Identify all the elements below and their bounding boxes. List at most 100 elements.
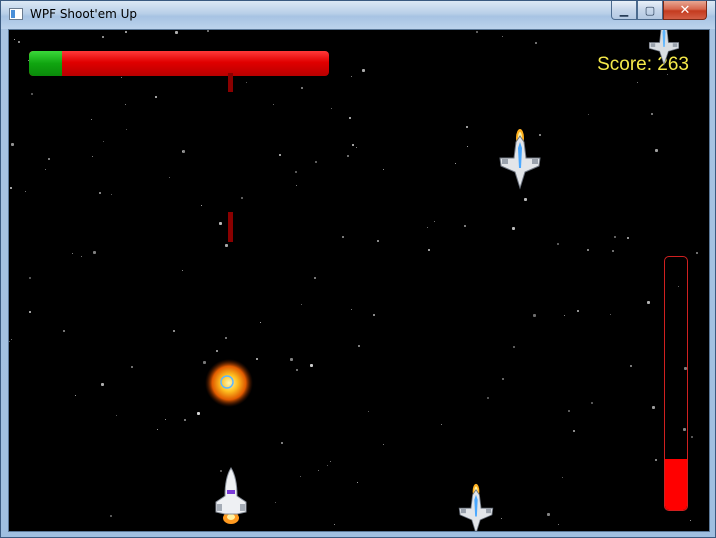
star [175, 31, 178, 34]
enemy-ship-icon [458, 483, 494, 531]
star [29, 277, 31, 279]
star [588, 114, 589, 115]
close-button[interactable]: ✕ [663, 1, 707, 20]
star [562, 477, 563, 478]
star [301, 87, 303, 89]
minimize-icon: ▁ [619, 3, 629, 17]
star [587, 249, 589, 251]
star [275, 502, 276, 503]
star [557, 243, 559, 245]
star [428, 249, 430, 251]
star [564, 315, 565, 316]
star [330, 461, 331, 462]
star [246, 82, 247, 83]
minimize-button[interactable]: ▁ [611, 1, 637, 20]
star [92, 156, 93, 157]
star [260, 322, 261, 323]
star [356, 147, 357, 148]
star [93, 251, 96, 254]
star [241, 197, 243, 199]
star [533, 314, 536, 317]
star [524, 198, 527, 201]
star [182, 270, 183, 271]
star [225, 337, 227, 339]
star [125, 31, 127, 33]
star [612, 250, 614, 252]
star [315, 161, 317, 163]
star [691, 436, 693, 438]
star [9, 341, 10, 342]
star [99, 192, 101, 194]
star [377, 240, 379, 242]
star [11, 339, 12, 340]
star [383, 444, 384, 445]
star [63, 330, 65, 332]
health-bar-fill [29, 51, 62, 76]
star [547, 513, 550, 516]
star [18, 41, 20, 43]
star [296, 369, 298, 371]
star [591, 402, 593, 404]
star [513, 346, 515, 348]
power-meter-fill [665, 459, 687, 510]
star [467, 146, 468, 147]
health-bar [29, 51, 329, 76]
star [577, 310, 579, 312]
maximize-button[interactable]: ▢ [637, 1, 663, 20]
star [558, 524, 559, 525]
star [131, 366, 133, 368]
player-ship-icon[interactable] [208, 466, 254, 526]
game-canvas[interactable]: Score: 263 [8, 29, 710, 532]
star [487, 397, 489, 399]
star [464, 225, 466, 227]
game-window: WPF Shoot'em Up ▁ ▢ ✕ Score: 263 [0, 0, 716, 538]
star [165, 419, 166, 420]
star [116, 415, 117, 416]
star [101, 383, 104, 386]
star [125, 104, 126, 105]
star [296, 185, 297, 186]
star [110, 515, 112, 517]
star [427, 227, 428, 228]
app-icon[interactable] [9, 8, 23, 20]
star [31, 93, 33, 95]
star [182, 151, 183, 152]
power-meter [664, 256, 688, 511]
star [441, 424, 442, 425]
star [173, 330, 175, 332]
caption-buttons: ▁ ▢ ✕ [611, 1, 707, 21]
title-bar[interactable]: WPF Shoot'em Up ▁ ▢ ✕ [1, 1, 715, 29]
star [630, 365, 632, 367]
star [103, 141, 104, 142]
star [301, 304, 302, 305]
star [512, 227, 515, 230]
star [331, 108, 332, 109]
star [81, 256, 82, 257]
star [48, 158, 50, 160]
star [362, 69, 365, 72]
close-icon: ✕ [679, 2, 691, 18]
star [310, 364, 313, 367]
star [219, 222, 222, 225]
star [14, 39, 15, 40]
star [502, 378, 504, 380]
star [197, 412, 200, 415]
star [216, 350, 218, 352]
star [690, 520, 691, 521]
star [466, 126, 468, 128]
star [334, 524, 335, 525]
star [383, 169, 384, 170]
star [201, 205, 202, 206]
star [314, 277, 316, 279]
star [111, 194, 112, 195]
star [342, 236, 344, 238]
star [290, 358, 293, 361]
maximize-icon: ▢ [644, 3, 656, 17]
star [121, 77, 122, 78]
star [29, 311, 31, 313]
star [647, 301, 650, 304]
star [45, 169, 46, 170]
star [295, 171, 297, 173]
star [655, 459, 657, 461]
star [652, 406, 655, 409]
